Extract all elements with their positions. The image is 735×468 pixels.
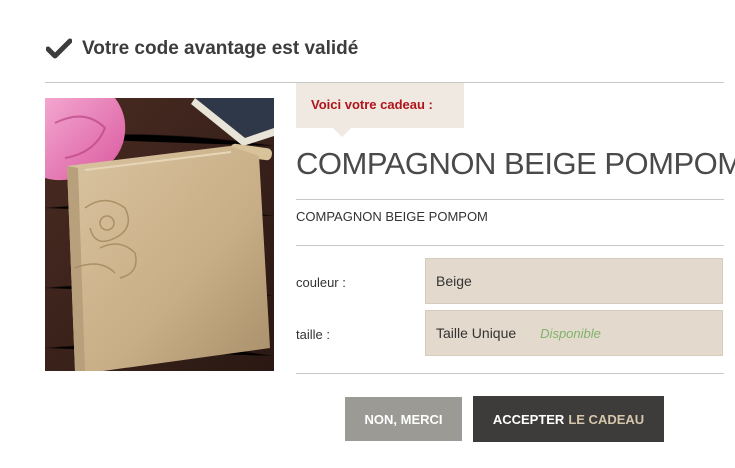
- divider: [296, 245, 724, 246]
- product-photo-wallet: [45, 98, 274, 371]
- color-field[interactable]: Beige: [425, 258, 723, 304]
- page-title: Votre code avantage est validé: [82, 38, 359, 59]
- size-value: Taille Unique: [436, 325, 517, 341]
- divider: [296, 373, 724, 374]
- check-icon: [46, 38, 72, 59]
- availability-status: Disponible: [540, 325, 601, 341]
- size-label: taille :: [296, 327, 330, 342]
- color-label: couleur :: [296, 275, 346, 290]
- size-field[interactable]: Taille Unique Disponible: [425, 310, 723, 356]
- product-subtitle: COMPAGNON BEIGE POMPOM: [296, 209, 488, 224]
- divider: [296, 199, 724, 200]
- gift-tag-label: Voici votre cadeau :: [311, 97, 433, 112]
- gift-tag: Voici votre cadeau :: [296, 83, 464, 137]
- product-image: [45, 98, 274, 371]
- accept-button-label: ACCEPTER: [492, 411, 565, 427]
- decline-button[interactable]: NON, MERCI: [345, 397, 462, 441]
- product-title: COMPAGNON BEIGE POMPOM: [296, 146, 735, 181]
- decline-button-label: NON, MERCI: [364, 411, 443, 427]
- color-value: Beige: [436, 273, 472, 289]
- validation-header: Votre code avantage est validé: [46, 34, 358, 64]
- accept-button-accent: LE CADEAU: [568, 411, 645, 427]
- accept-gift-button[interactable]: ACCEPTER LE CADEAU: [473, 396, 664, 442]
